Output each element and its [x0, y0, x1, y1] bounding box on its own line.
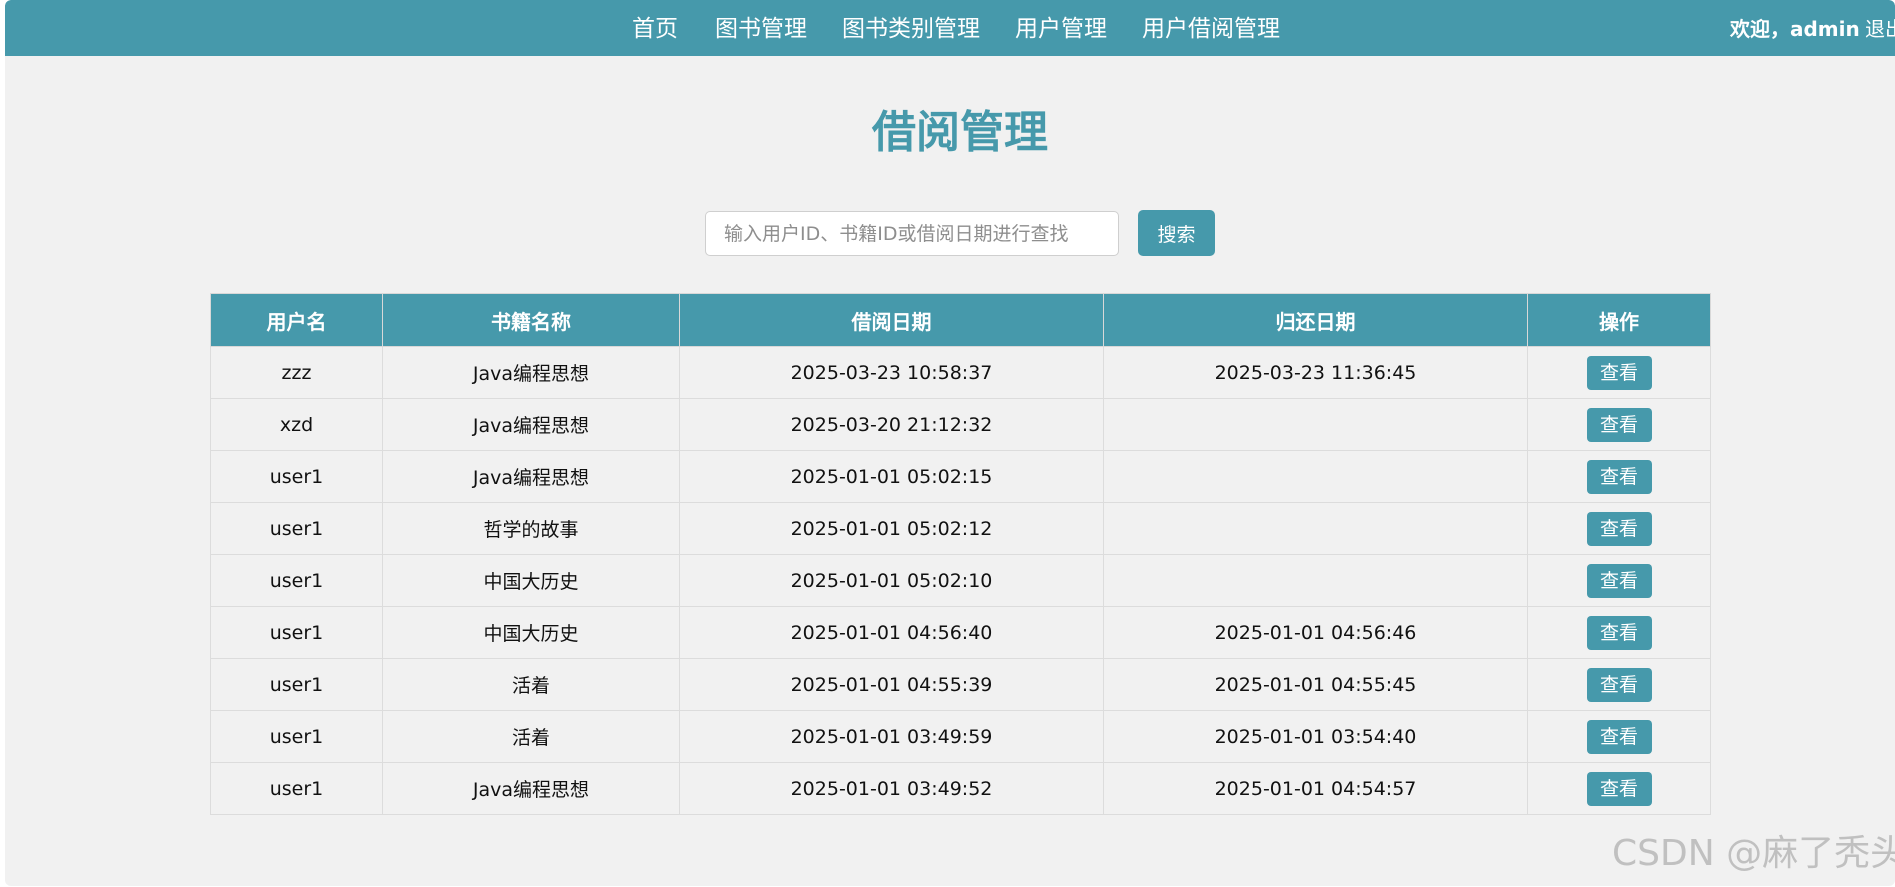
cell-actions: 查看 [1527, 710, 1711, 763]
table-row: user1 Java编程思想 2025-01-01 03:49:52 2025-… [210, 762, 1711, 815]
search-input[interactable] [705, 211, 1119, 256]
search-button[interactable]: 搜索 [1138, 210, 1215, 256]
nav-item-borrow-management[interactable]: 用户借阅管理 [1142, 0, 1280, 56]
cell-book-name: Java编程思想 [382, 398, 680, 451]
cell-return-date: 2025-01-01 03:54:40 [1103, 710, 1528, 763]
view-button[interactable]: 查看 [1586, 459, 1652, 494]
column-header-actions: 操作 [1527, 293, 1711, 347]
cell-return-date: 2025-01-01 04:56:46 [1103, 606, 1528, 659]
borrow-table-container: 用户名 书籍名称 借阅日期 归还日期 操作 zzz Java编程思想 2025-… [210, 293, 1711, 815]
view-button[interactable]: 查看 [1586, 719, 1652, 754]
welcome-text: 欢迎，admin [1730, 17, 1860, 41]
cell-actions: 查看 [1527, 346, 1711, 399]
cell-book-name: 中国大历史 [382, 606, 680, 659]
cell-username: user1 [210, 762, 383, 815]
cell-actions: 查看 [1527, 398, 1711, 451]
cell-return-date: 2025-01-01 04:54:57 [1103, 762, 1528, 815]
cell-actions: 查看 [1527, 658, 1711, 711]
cell-borrow-date: 2025-03-23 10:58:37 [679, 346, 1104, 399]
cell-book-name: 哲学的故事 [382, 502, 680, 555]
cell-book-name: 活着 [382, 658, 680, 711]
view-button[interactable]: 查看 [1586, 407, 1652, 442]
cell-borrow-date: 2025-01-01 05:02:15 [679, 450, 1104, 503]
app-frame: 首页 图书管理 图书类别管理 用户管理 用户借阅管理 欢迎，admin 退出 借… [5, 0, 1895, 886]
table-row: user1 中国大历史 2025-01-01 04:56:40 2025-01-… [210, 606, 1711, 659]
cell-actions: 查看 [1527, 606, 1711, 659]
nav-item-category-management[interactable]: 图书类别管理 [842, 0, 980, 56]
cell-borrow-date: 2025-01-01 04:55:39 [679, 658, 1104, 711]
cell-book-name: 中国大历史 [382, 554, 680, 607]
page-title: 借阅管理 [872, 107, 1048, 158]
cell-username: xzd [210, 398, 383, 451]
nav-item-user-management[interactable]: 用户管理 [1015, 0, 1107, 56]
view-button[interactable]: 查看 [1586, 615, 1652, 650]
cell-borrow-date: 2025-01-01 05:02:12 [679, 502, 1104, 555]
table-row: user1 Java编程思想 2025-01-01 05:02:15 查看 [210, 450, 1711, 503]
cell-username: user1 [210, 606, 383, 659]
cell-return-date: 2025-01-01 04:55:45 [1103, 658, 1528, 711]
cell-username: user1 [210, 554, 383, 607]
table-row: user1 活着 2025-01-01 04:55:39 2025-01-01 … [210, 658, 1711, 711]
cell-username: user1 [210, 450, 383, 503]
cell-book-name: Java编程思想 [382, 450, 680, 503]
table-header-row: 用户名 书籍名称 借阅日期 归还日期 操作 [210, 293, 1711, 347]
logout-link[interactable]: 退出 [1865, 0, 1895, 56]
table-row: zzz Java编程思想 2025-03-23 10:58:37 2025-03… [210, 346, 1711, 399]
cell-return-date [1103, 502, 1528, 555]
cell-username: zzz [210, 346, 383, 399]
table-row: user1 哲学的故事 2025-01-01 05:02:12 查看 [210, 502, 1711, 555]
column-header-book-name: 书籍名称 [382, 293, 680, 347]
column-header-username: 用户名 [210, 293, 383, 347]
cell-username: user1 [210, 502, 383, 555]
borrow-table: 用户名 书籍名称 借阅日期 归还日期 操作 zzz Java编程思想 2025-… [210, 293, 1711, 815]
cell-book-name: Java编程思想 [382, 346, 680, 399]
cell-actions: 查看 [1527, 450, 1711, 503]
cell-username: user1 [210, 710, 383, 763]
view-button[interactable]: 查看 [1586, 355, 1652, 390]
cell-borrow-date: 2025-01-01 03:49:52 [679, 762, 1104, 815]
view-button[interactable]: 查看 [1586, 771, 1652, 806]
cell-book-name: 活着 [382, 710, 680, 763]
cell-borrow-date: 2025-03-20 21:12:32 [679, 398, 1104, 451]
cell-actions: 查看 [1527, 502, 1711, 555]
cell-borrow-date: 2025-01-01 03:49:59 [679, 710, 1104, 763]
column-header-return-date: 归还日期 [1103, 293, 1528, 347]
table-row: user1 中国大历史 2025-01-01 05:02:10 查看 [210, 554, 1711, 607]
view-button[interactable]: 查看 [1586, 511, 1652, 546]
cell-book-name: Java编程思想 [382, 762, 680, 815]
view-button[interactable]: 查看 [1586, 563, 1652, 598]
cell-return-date: 2025-03-23 11:36:45 [1103, 346, 1528, 399]
nav-item-home[interactable]: 首页 [632, 0, 678, 56]
top-navbar: 首页 图书管理 图书类别管理 用户管理 用户借阅管理 欢迎，admin 退出 [5, 0, 1895, 56]
cell-return-date [1103, 554, 1528, 607]
cell-borrow-date: 2025-01-01 04:56:40 [679, 606, 1104, 659]
csdn-watermark: CSDN @麻了秃头 [1612, 833, 1895, 874]
cell-return-date [1103, 398, 1528, 451]
cell-username: user1 [210, 658, 383, 711]
column-header-borrow-date: 借阅日期 [679, 293, 1104, 347]
table-row: xzd Java编程思想 2025-03-20 21:12:32 查看 [210, 398, 1711, 451]
cell-borrow-date: 2025-01-01 05:02:10 [679, 554, 1104, 607]
nav-item-book-management[interactable]: 图书管理 [715, 0, 807, 56]
cell-actions: 查看 [1527, 762, 1711, 815]
cell-actions: 查看 [1527, 554, 1711, 607]
cell-return-date [1103, 450, 1528, 503]
table-row: user1 活着 2025-01-01 03:49:59 2025-01-01 … [210, 710, 1711, 763]
view-button[interactable]: 查看 [1586, 667, 1652, 702]
